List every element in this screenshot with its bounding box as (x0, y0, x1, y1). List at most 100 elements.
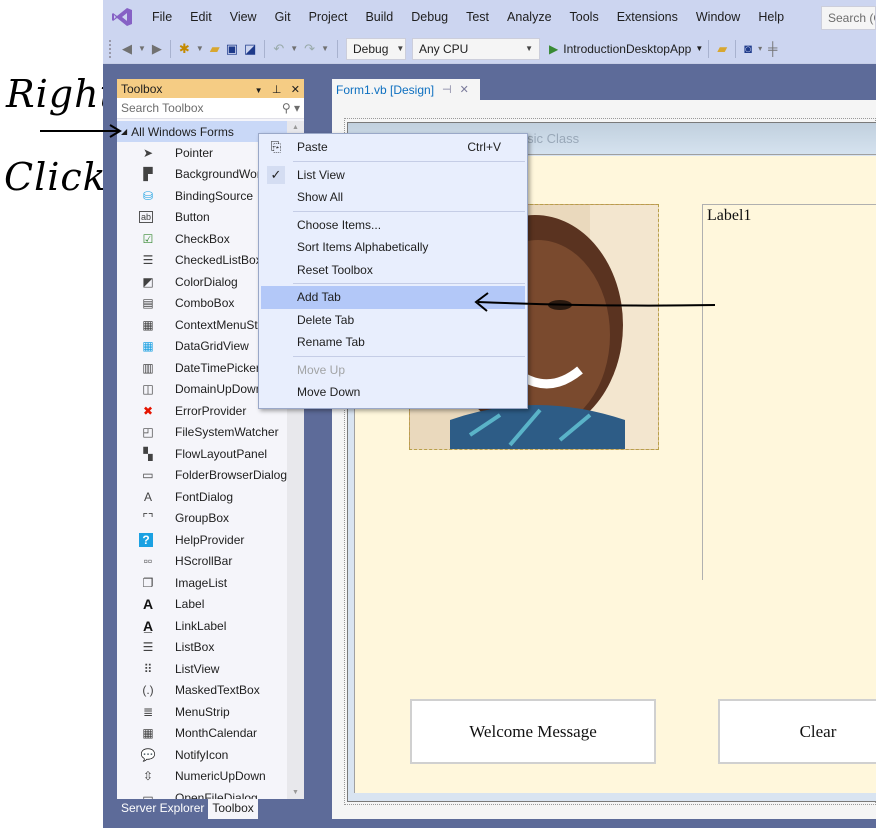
menu-tools[interactable]: Tools (561, 10, 608, 24)
redo-icon[interactable]: ↷ (304, 41, 315, 57)
context-menu-item-list-view[interactable]: ✓ List View (261, 164, 525, 187)
context-menu-item-sort-items-alphabetically[interactable]: Sort Items Alphabetically (261, 236, 525, 259)
menu-extensions[interactable]: Extensions (608, 10, 687, 24)
save-icon[interactable]: ▣ (226, 41, 238, 57)
dropdown-arrow-icon[interactable]: ▼ (290, 44, 298, 53)
align-icon[interactable]: ╪ (768, 41, 777, 56)
toolbox-item-groupbox[interactable]: ⌜⌝ GroupBox (117, 508, 287, 530)
toolbox-item-openfiledialog[interactable]: ▭ OpenFileDialog (117, 787, 287, 799)
context-menu-item-label: Reset Toolbox (297, 262, 373, 277)
toolbox-item-menustrip[interactable]: ≣ MenuStrip (117, 701, 287, 723)
tab-toolbox[interactable]: Toolbox (208, 799, 258, 819)
menu-help[interactable]: Help (749, 10, 793, 24)
label1[interactable]: Label1 (702, 204, 876, 580)
chevron-down-icon: ▼ (396, 44, 405, 53)
context-menu-item-reset-toolbox[interactable]: Reset Toolbox (261, 259, 525, 282)
chevron-down-icon: ▼ (525, 44, 533, 53)
menu-test[interactable]: Test (457, 10, 498, 24)
color-dialog-icon: ◩ (142, 274, 154, 289)
toolbox-item-flowlayoutpanel[interactable]: ▚ FlowLayoutPanel (117, 443, 287, 465)
clear-button[interactable]: Clear (718, 699, 876, 764)
toolbox-item-maskedtextbox[interactable]: (.) MaskedTextBox (117, 680, 287, 702)
navigate-forward-icon[interactable]: ▶ (152, 41, 162, 57)
list-view-icon: ⠿ (143, 661, 153, 676)
toolbox-item-notifyicon[interactable]: 💬 NotifyIcon (117, 744, 287, 766)
context-menu-item-show-all[interactable]: Show All (261, 186, 525, 209)
menu-view[interactable]: View (221, 10, 266, 24)
expand-triangle-icon: ◢ (121, 127, 128, 136)
tab-server-explorer[interactable]: Server Explorer (117, 799, 208, 819)
context-menu-item-choose-items[interactable]: Choose Items... (261, 214, 525, 237)
toolbox-item-label: MenuStrip (175, 704, 230, 719)
date-time-picker-icon: ▥ (142, 360, 154, 375)
toolbox-item-linklabel[interactable]: A̲ LinkLabel (117, 615, 287, 637)
dropdown-arrow-icon[interactable]: ▼ (138, 44, 146, 53)
toolbox-item-label[interactable]: A Label (117, 594, 287, 616)
close-icon[interactable]: ✕ (291, 84, 300, 96)
toolbox-item-label: ComboBox (175, 296, 235, 311)
scroll-up-arrow-icon[interactable]: ▲ (292, 124, 299, 131)
toolbox-item-fontdialog[interactable]: A FontDialog (117, 486, 287, 508)
pin-icon[interactable]: ⊥ (272, 84, 282, 96)
toolbox-item-label: LinkLabel (175, 618, 227, 633)
new-project-icon[interactable]: ✱ (179, 41, 190, 57)
menu-strip-icon: ≣ (142, 704, 154, 719)
toolbox-item-listbox[interactable]: ☰ ListBox (117, 637, 287, 659)
close-tab-icon[interactable]: ✕ (460, 83, 469, 96)
context-menu-item-move-down[interactable]: Move Down (261, 381, 525, 404)
dropdown-arrow-icon[interactable]: ▾ (758, 44, 762, 53)
menu-build[interactable]: Build (356, 10, 402, 24)
toolbox-item-label: GroupBox (175, 511, 230, 526)
context-menu-item-label: List View (297, 167, 345, 182)
button-icon: ab (139, 211, 153, 224)
search-icon[interactable]: ⚲ ▾ (282, 101, 300, 115)
folder-browser-dialog-icon: ▭ (142, 468, 154, 483)
image-list-icon: ❐ (142, 575, 154, 590)
undo-icon[interactable]: ↶ (273, 41, 284, 57)
navigate-back-icon[interactable]: ◀ (122, 41, 132, 57)
binding-source-icon: ⛁ (142, 188, 154, 203)
menu-git[interactable]: Git (266, 10, 300, 24)
toolbar-grip[interactable] (109, 39, 113, 58)
toolbox-item-helpprovider[interactable]: ? HelpProvider (117, 529, 287, 551)
platform-dropdown[interactable]: Any CPU ▼ (412, 37, 540, 60)
menu-project[interactable]: Project (300, 10, 357, 24)
toolbox-item-label: ColorDialog (175, 274, 238, 289)
toolbox-item-folderbrowserdialog[interactable]: ▭ FolderBrowserDialog (117, 465, 287, 487)
search-input[interactable]: Search (C (821, 6, 876, 30)
context-menu-item-rename-tab[interactable]: Rename Tab (261, 331, 525, 354)
help-provider-icon: ? (139, 532, 153, 547)
month-calendar-icon: ▦ (142, 726, 154, 741)
pin-tab-icon[interactable]: ⊣ (442, 83, 452, 96)
toolbox-search-input[interactable]: Search Toolbox ⚲ ▾ (117, 98, 304, 119)
context-menu-item-delete-tab[interactable]: Delete Tab (261, 309, 525, 332)
context-menu-item-paste[interactable]: ⎘ Paste Ctrl+V (261, 136, 525, 159)
save-all-icon[interactable]: ◪ (244, 41, 256, 57)
menu-file[interactable]: File (143, 10, 181, 24)
start-debugging-button[interactable]: ▶ IntroductionDesktopApp ▼ (549, 42, 703, 56)
flow-layout-panel-icon: ▚ (143, 446, 153, 461)
welcome-message-button[interactable]: Welcome Message (410, 699, 656, 764)
scroll-down-arrow-icon[interactable]: ▼ (292, 789, 299, 796)
find-in-files-icon[interactable]: ▰ (717, 41, 727, 57)
toolbox-item-numericupdown[interactable]: ⇳ NumericUpDown (117, 766, 287, 788)
menu-edit[interactable]: Edit (181, 10, 221, 24)
window-position-dropdown-icon[interactable]: ▼ (255, 86, 263, 95)
menu-debug[interactable]: Debug (402, 10, 457, 24)
context-menu-item-add-tab[interactable]: Add Tab (261, 286, 525, 309)
configuration-dropdown[interactable]: Debug ▼ (346, 37, 406, 60)
menu-analyze[interactable]: Analyze (498, 10, 560, 24)
toolbox-item-label: CheckedListBox (175, 253, 262, 268)
toolbox-item-imagelist[interactable]: ❐ ImageList (117, 572, 287, 594)
dropdown-arrow-icon[interactable]: ▼ (196, 44, 204, 53)
toolbox-item-monthcalendar[interactable]: ▦ MonthCalendar (117, 723, 287, 745)
toolbox-item-listview[interactable]: ⠿ ListView (117, 658, 287, 680)
tab-form1-design[interactable]: Form1.vb [Design] ⊣ ✕ (332, 79, 480, 100)
open-folder-icon[interactable]: ▰ (210, 41, 220, 57)
form-layout-icon[interactable]: ◙ (744, 41, 752, 56)
toolbox-item-hscrollbar[interactable]: ▫▫ HScrollBar (117, 551, 287, 573)
menu-window[interactable]: Window (687, 10, 749, 24)
dropdown-arrow-icon[interactable]: ▼ (321, 44, 329, 53)
toolbox-item-filesystemwatcher[interactable]: ◰ FileSystemWatcher (117, 422, 287, 444)
list-box-icon: ☰ (142, 640, 154, 655)
